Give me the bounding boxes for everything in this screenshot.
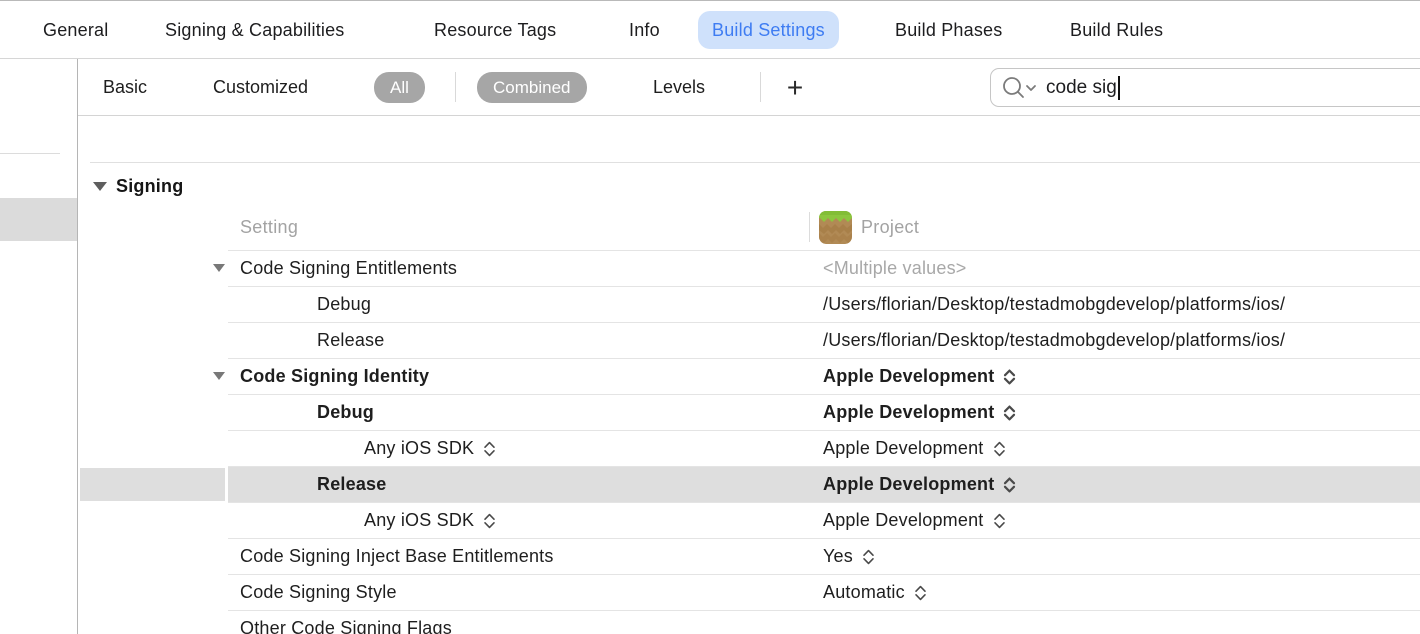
left-sidebar [0, 59, 78, 634]
column-header-project: Project [819, 203, 919, 251]
project-app-icon [819, 211, 852, 244]
setting-value: Yes [823, 546, 853, 567]
setting-value: Automatic [823, 582, 905, 603]
text-caret [1118, 76, 1120, 100]
chevron-up-down-icon[interactable] [1002, 476, 1017, 494]
sidebar-selected-item[interactable] [0, 198, 77, 241]
build-settings-table: Setting Project Code Signing Entitlement… [228, 203, 1420, 634]
column-divider [809, 212, 810, 242]
disclosure-triangle-icon[interactable] [213, 372, 225, 380]
toolbar-separator [760, 72, 761, 102]
setting-row[interactable]: Code Signing Style Automatic [228, 575, 1420, 611]
setting-name: Code Signing Identity [240, 366, 429, 387]
setting-row[interactable]: Debug/Users/florian/Desktop/testadmobgde… [228, 287, 1420, 323]
setting-name: Debug [317, 402, 374, 423]
setting-name: Release [317, 474, 386, 495]
setting-name: Code Signing Style [240, 582, 397, 603]
tab-info[interactable]: Info [615, 11, 674, 49]
setting-row[interactable]: Any iOS SDK Apple Development [228, 503, 1420, 539]
tab-signing-capabilities[interactable]: Signing & Capabilities [151, 11, 359, 49]
build-settings-pane: Basic Customized All Combined Levels + c… [78, 59, 1420, 634]
section-title: Signing [116, 176, 183, 197]
add-build-setting-button[interactable]: + [778, 59, 812, 116]
setting-name: Other Code Signing Flags [240, 618, 452, 634]
setting-value: Apple Development [823, 438, 984, 459]
view-combined-button[interactable]: Combined [477, 72, 587, 103]
chevron-up-down-icon[interactable] [861, 548, 876, 566]
setting-row[interactable]: Code Signing Identity Apple Development [228, 359, 1420, 395]
chevron-up-down-icon[interactable] [482, 512, 497, 530]
chevron-up-down-icon[interactable] [482, 440, 497, 458]
search-icon[interactable] [1001, 75, 1037, 101]
setting-name: Debug [317, 294, 371, 315]
content-top-divider [90, 162, 1420, 163]
setting-value: Apple Development [823, 366, 994, 387]
setting-row[interactable]: Any iOS SDK Apple Development [228, 431, 1420, 467]
view-levels-button[interactable]: Levels [653, 59, 705, 116]
setting-row[interactable]: Code Signing Entitlements <Multiple value… [228, 251, 1420, 287]
tab-build-settings[interactable]: Build Settings [698, 11, 839, 49]
search-input[interactable]: code sig [1046, 77, 1117, 99]
setting-value: <Multiple values> [823, 258, 966, 279]
tab-build-rules[interactable]: Build Rules [1056, 11, 1177, 49]
toolbar-separator [455, 72, 456, 102]
chevron-up-down-icon[interactable] [992, 512, 1007, 530]
xcode-build-settings-window: General Signing & Capabilities Resource Ta… [0, 0, 1420, 634]
chevron-up-down-icon[interactable] [913, 584, 928, 602]
setting-name: Code Signing Inject Base Entitlements [240, 546, 554, 567]
setting-name: Code Signing Entitlements [240, 258, 457, 279]
scope-customized-button[interactable]: Customized [213, 59, 308, 116]
sidebar-divider [0, 153, 60, 154]
setting-row[interactable]: Release/Users/florian/Desktop/testadmobg… [228, 323, 1420, 359]
chevron-up-down-icon[interactable] [1002, 404, 1017, 422]
column-header-project-label: Project [861, 217, 919, 238]
setting-name: Release [317, 330, 384, 351]
setting-value: /Users/florian/Desktop/testadmobgdevelop… [823, 294, 1285, 315]
settings-rows: Code Signing Entitlements <Multiple value… [228, 251, 1420, 634]
search-field[interactable]: code sig [990, 68, 1420, 107]
scope-basic-button[interactable]: Basic [103, 59, 147, 116]
setting-row[interactable]: Release+Apple Development [228, 467, 1420, 503]
disclosure-triangle-icon[interactable] [213, 264, 225, 272]
build-settings-toolbar: Basic Customized All Combined Levels + c… [78, 59, 1420, 116]
setting-value: Apple Development [823, 474, 994, 495]
table-header-row: Setting Project [228, 203, 1420, 251]
signing-section-header[interactable]: Signing [93, 171, 183, 201]
setting-row[interactable]: Code Signing Inject Base Entitlements Yes [228, 539, 1420, 575]
tab-build-phases[interactable]: Build Phases [881, 11, 1016, 49]
tab-resource-tags[interactable]: Resource Tags [420, 11, 570, 49]
chevron-up-down-icon[interactable] [992, 440, 1007, 458]
disclosure-triangle-icon[interactable] [93, 182, 107, 191]
setting-name: Any iOS SDK [364, 438, 474, 459]
chevron-down-icon [1027, 86, 1035, 90]
column-header-setting: Setting [240, 203, 298, 251]
setting-value: /Users/florian/Desktop/testadmobgdevelop… [823, 330, 1285, 351]
tab-general[interactable]: General [29, 11, 122, 49]
setting-row[interactable]: Other Code Signing Flags [228, 611, 1420, 634]
setting-row[interactable]: Debug Apple Development [228, 395, 1420, 431]
editor-tab-bar: General Signing & Capabilities Resource Ta… [0, 1, 1420, 59]
scope-all-button[interactable]: All [374, 72, 425, 103]
setting-value: Apple Development [823, 402, 994, 423]
setting-value: Apple Development [823, 510, 984, 531]
chevron-up-down-icon[interactable] [1002, 368, 1017, 386]
setting-name: Any iOS SDK [364, 510, 474, 531]
